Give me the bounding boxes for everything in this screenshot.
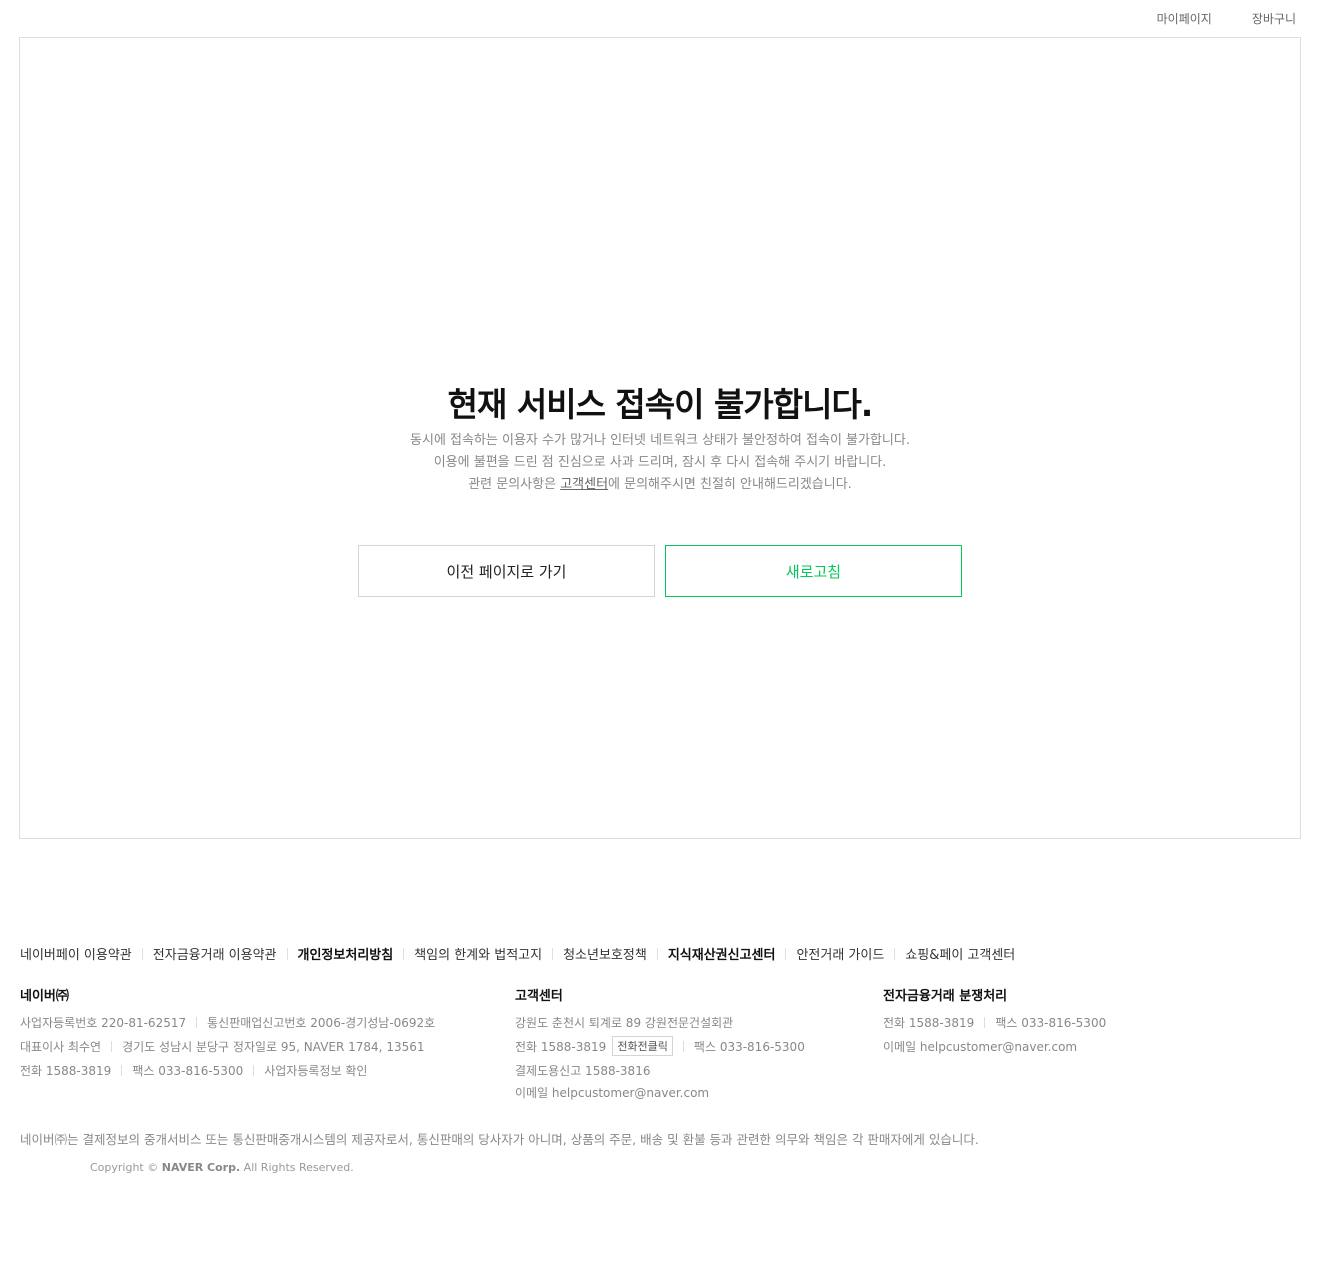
call-button[interactable]: 전화전클릭	[612, 1036, 673, 1056]
company-title: 네이버㈜	[20, 989, 69, 1004]
refresh-button[interactable]: 새로고침	[665, 545, 962, 597]
dispute-title: 전자금융거래 분쟁처리	[883, 989, 1008, 1004]
error-desc-line-1: 동시에 접속하는 이용자 수가 많거나 인터넷 네트워크 상태가 불안정하여 접…	[410, 433, 910, 448]
cs-row-3: 결제도용신고 1588-3816	[515, 1058, 805, 1082]
address: 경기도 성남시 분당구 정자일로 95, NAVER 1784, 13561	[122, 1039, 425, 1054]
cs-row-2: 전화 1588-3819 전화전클릭 팩스 033-816-5300	[515, 1034, 805, 1058]
footer-link-privacy[interactable]: 개인정보처리방침	[298, 944, 394, 963]
divider	[141, 947, 143, 960]
dispute-email[interactable]: 이메일 helpcustomer@naver.com	[883, 1038, 1077, 1055]
divider	[111, 1040, 113, 1052]
ceo: 대표이사 최수연	[20, 1039, 102, 1054]
error-desc-line-3-post: 에 문의해주시면 친절히 안내해드리겠습니다.	[608, 477, 852, 492]
cs-title: 고객센터	[515, 989, 563, 1004]
cs-row-4: 이메일 helpcustomer@naver.com	[515, 1082, 805, 1102]
copyright-pre: Copyright ©	[90, 1161, 162, 1174]
dispute-fax: 팩스 033-816-5300	[995, 1015, 1107, 1030]
error-desc-line-2: 이용에 불편을 드린 점 진심으로 사과 드리며, 잠시 후 다시 접속해 주시…	[433, 455, 887, 470]
error-panel: 현재 서비스 접속이 불가합니다. 동시에 접속하는 이용자 수가 많거나 인터…	[19, 37, 1301, 839]
company-info: 네이버㈜ 사업자등록번호 220-81-62517 통신판매업신고번호 2006…	[20, 985, 435, 1082]
divider	[552, 947, 554, 960]
disclaimer: 네이버㈜는 결제정보의 중개서비스 또는 통신판매중개시스템의 제공자로서, 통…	[20, 1132, 979, 1147]
footer-link-legal[interactable]: 책임의 한계와 법적고지	[414, 944, 542, 963]
dispute-row-2: 이메일 helpcustomer@naver.com	[883, 1034, 1106, 1058]
copyright: Copyright © NAVER Corp. All Rights Reser…	[90, 1161, 354, 1174]
cs-email[interactable]: 이메일 helpcustomer@naver.com	[515, 1084, 709, 1101]
footer-link-shopping-cs[interactable]: 쇼핑&페이 고객센터	[905, 944, 1015, 963]
error-desc-line-3: 관련 문의사항은 고객센터에 문의해주시면 친절히 안내해드리겠습니다.	[20, 474, 1300, 496]
divider	[196, 1016, 198, 1028]
ecommerce-number: 통신판매업신고번호 2006-경기성남-0692호	[207, 1015, 436, 1030]
customer-center-info: 고객센터 강원도 춘천시 퇴계로 89 강원전문건설회관 전화 1588-381…	[515, 985, 805, 1102]
footer-link-safe-guide[interactable]: 안전거래 가이드	[796, 944, 884, 963]
dispute-phone: 전화 1588-3819	[883, 1015, 975, 1030]
fax: 팩스 033-816-5300	[132, 1063, 244, 1078]
divider	[984, 1016, 986, 1028]
footer-info: 네이버㈜ 사업자등록번호 220-81-62517 통신판매업신고번호 2006…	[20, 985, 1300, 1105]
top-links: 마이페이지 장바구니	[1157, 10, 1296, 27]
footer-link-youth[interactable]: 청소년보호정책	[563, 944, 647, 963]
footer: 네이버페이 이용약관 전자금융거래 이용약관 개인정보처리방침 책임의 한계와 …	[20, 944, 1300, 1105]
divider	[286, 947, 288, 960]
divider	[121, 1064, 123, 1076]
error-desc-line-3-pre: 관련 문의사항은	[468, 477, 561, 492]
phone: 전화 1588-3819	[20, 1063, 112, 1078]
footer-link-ip-report[interactable]: 지식재산권신고센터	[668, 944, 776, 963]
cs-phone: 전화 1588-3819	[515, 1039, 607, 1054]
divider	[253, 1064, 255, 1076]
go-back-button[interactable]: 이전 페이지로 가기	[358, 545, 655, 597]
mypage-link[interactable]: 마이페이지	[1157, 10, 1212, 27]
company-row-3: 전화 1588-3819 팩스 033-816-5300 사업자등록정보 확인	[20, 1058, 435, 1082]
divider	[403, 947, 405, 960]
business-info-link[interactable]: 사업자등록정보 확인	[264, 1062, 367, 1079]
error-title: 현재 서비스 접속이 불가합니다.	[447, 385, 874, 424]
dispute-row-1: 전화 1588-3819 팩스 033-816-5300	[883, 1010, 1106, 1034]
divider	[785, 947, 787, 960]
dispute-info: 전자금융거래 분쟁처리 전화 1588-3819 팩스 033-816-5300…	[883, 985, 1106, 1058]
customer-center-link[interactable]: 고객센터	[560, 477, 608, 492]
copyright-post: All Rights Reserved.	[240, 1161, 354, 1174]
footer-links: 네이버페이 이용약관 전자금융거래 이용약관 개인정보처리방침 책임의 한계와 …	[20, 944, 1300, 963]
divider	[656, 947, 658, 960]
footer-link-efinance-terms[interactable]: 전자금융거래 이용약관	[153, 944, 277, 963]
payment-fraud-report: 결제도용신고 1588-3816	[515, 1063, 651, 1078]
cs-fax: 팩스 033-816-5300	[693, 1039, 805, 1054]
company-row-1: 사업자등록번호 220-81-62517 통신판매업신고번호 2006-경기성남…	[20, 1010, 435, 1034]
divider	[682, 1040, 684, 1052]
cs-row-1: 강원도 춘천시 퇴계로 89 강원전문건설회관	[515, 1010, 805, 1034]
copyright-corp: NAVER Corp.	[161, 1161, 241, 1174]
cs-address: 강원도 춘천시 퇴계로 89 강원전문건설회관	[515, 1015, 734, 1030]
error-description: 동시에 접속하는 이용자 수가 많거나 인터넷 네트워크 상태가 불안정하여 접…	[20, 430, 1300, 496]
footer-link-pay-terms[interactable]: 네이버페이 이용약관	[20, 944, 132, 963]
cart-link[interactable]: 장바구니	[1252, 10, 1296, 27]
divider	[894, 947, 896, 960]
business-number: 사업자등록번호 220-81-62517	[20, 1015, 187, 1030]
company-row-2: 대표이사 최수연 경기도 성남시 분당구 정자일로 95, NAVER 1784…	[20, 1034, 435, 1058]
